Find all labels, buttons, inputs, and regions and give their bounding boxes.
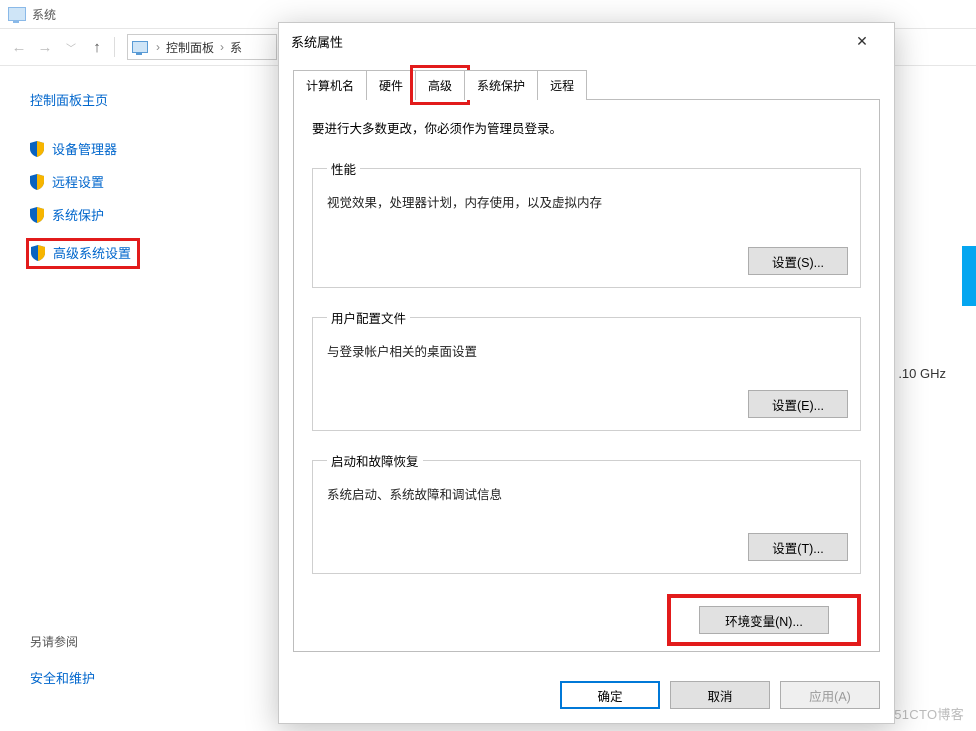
tab-label: 计算机名 — [306, 79, 354, 93]
tab-label: 高级 — [428, 79, 452, 93]
sidebar-item-system-protection[interactable]: 系统保护 — [30, 205, 300, 224]
group-title: 启动和故障恢复 — [327, 451, 423, 470]
system-properties-dialog: 系统属性 ✕ 计算机名 硬件 高级 系统保护 远程 要进行大多数更改，你必须作为… — [278, 22, 895, 724]
close-icon: ✕ — [856, 33, 868, 50]
shield-icon — [30, 174, 44, 190]
group-title: 用户配置文件 — [327, 308, 410, 327]
sidebar: 控制面板主页 设备管理器 远程设置 系统保护 — [0, 66, 300, 731]
environment-variables-button[interactable]: 环境变量(N)... — [699, 606, 829, 634]
sidebar-item-label: 系统保护 — [52, 205, 104, 224]
back-button[interactable]: ← — [6, 34, 32, 60]
close-button[interactable]: ✕ — [842, 27, 882, 55]
sidebar-item-device-manager[interactable]: 设备管理器 — [30, 139, 300, 158]
window-title: 系统 — [32, 6, 56, 23]
dialog-titlebar: 系统属性 ✕ — [279, 23, 894, 59]
sidebar-item-remote-settings[interactable]: 远程设置 — [30, 172, 300, 191]
cpu-speed-fragment: .10 GHz — [898, 366, 946, 381]
group-startup-recovery: 启动和故障恢复 系统启动、系统故障和调试信息 设置(T)... — [312, 451, 861, 574]
apply-button[interactable]: 应用(A) — [780, 681, 880, 709]
forward-button[interactable]: → — [32, 34, 58, 60]
group-description: 系统启动、系统故障和调试信息 — [327, 484, 848, 503]
sidebar-item-advanced-settings[interactable]: 高级系统设置 — [31, 243, 131, 262]
breadcrumb-leaf[interactable]: 系 — [230, 39, 242, 56]
toolbar-divider — [114, 37, 115, 57]
button-label: 取消 — [707, 690, 732, 704]
security-maintenance-link[interactable]: 安全和维护 — [30, 668, 95, 687]
tab-system-protection[interactable]: 系统保护 — [464, 70, 538, 100]
tab-label: 系统保护 — [477, 79, 525, 93]
tab-advanced[interactable]: 高级 — [415, 70, 465, 100]
tab-label: 硬件 — [379, 79, 403, 93]
sidebar-item-label: 远程设置 — [52, 172, 104, 191]
button-label: 设置(E)... — [772, 399, 824, 413]
tab-strip: 计算机名 硬件 高级 系统保护 远程 — [293, 69, 880, 100]
group-description: 视觉效果，处理器计划，内存使用，以及虚拟内存 — [327, 192, 848, 211]
tab-computer-name[interactable]: 计算机名 — [293, 70, 367, 100]
see-also-label: 另请参阅 — [30, 633, 95, 650]
group-title: 性能 — [327, 159, 360, 178]
monitor-icon — [132, 41, 148, 53]
security-maintenance-label: 安全和维护 — [30, 668, 95, 687]
sidebar-item-label: 设备管理器 — [52, 139, 117, 158]
dialog-title: 系统属性 — [291, 32, 343, 51]
shield-icon — [30, 207, 44, 223]
startup-settings-button[interactable]: 设置(T)... — [748, 533, 848, 561]
windows-logo-fragment — [962, 246, 976, 306]
monitor-icon — [8, 7, 26, 21]
sidebar-item-label: 高级系统设置 — [53, 243, 131, 262]
button-label: 确定 — [597, 690, 622, 704]
up-button[interactable]: ↑ — [84, 34, 110, 60]
shield-icon — [30, 141, 44, 157]
shield-icon — [31, 245, 45, 261]
group-description: 与登录帐户相关的桌面设置 — [327, 341, 848, 360]
group-performance: 性能 视觉效果，处理器计划，内存使用，以及虚拟内存 设置(S)... — [312, 159, 861, 288]
ok-button[interactable]: 确定 — [560, 681, 660, 709]
breadcrumb-root[interactable]: 控制面板 — [166, 39, 214, 56]
performance-settings-button[interactable]: 设置(S)... — [748, 247, 848, 275]
button-label: 环境变量(N)... — [725, 615, 803, 629]
chevron-right-icon: › — [220, 40, 224, 54]
button-label: 应用(A) — [809, 690, 851, 704]
chevron-right-icon: › — [156, 40, 160, 54]
sidebar-home-link[interactable]: 控制面板主页 — [30, 90, 300, 109]
admin-required-notice: 要进行大多数更改，你必须作为管理员登录。 — [312, 118, 861, 137]
recent-dropdown-icon[interactable]: ﹀ — [58, 34, 84, 60]
button-label: 设置(S)... — [772, 256, 824, 270]
env-var-row: 环境变量(N)... — [312, 594, 861, 646]
sidebar-home-label: 控制面板主页 — [30, 90, 108, 109]
address-bar[interactable]: › 控制面板 › 系 — [127, 34, 277, 60]
highlight-env-button: 环境变量(N)... — [667, 594, 861, 646]
button-label: 设置(T)... — [772, 542, 823, 556]
group-user-profiles: 用户配置文件 与登录帐户相关的桌面设置 设置(E)... — [312, 308, 861, 431]
profiles-settings-button[interactable]: 设置(E)... — [748, 390, 848, 418]
dialog-footer: 确定 取消 应用(A) — [279, 669, 894, 723]
tab-label: 远程 — [550, 79, 574, 93]
sidebar-footer: 另请参阅 安全和维护 — [30, 633, 95, 701]
tab-remote[interactable]: 远程 — [537, 70, 587, 100]
tab-panel-advanced: 要进行大多数更改，你必须作为管理员登录。 性能 视觉效果，处理器计划，内存使用，… — [293, 100, 880, 652]
tab-hardware[interactable]: 硬件 — [366, 70, 416, 100]
cancel-button[interactable]: 取消 — [670, 681, 770, 709]
highlight-advanced-settings: 高级系统设置 — [26, 238, 140, 269]
